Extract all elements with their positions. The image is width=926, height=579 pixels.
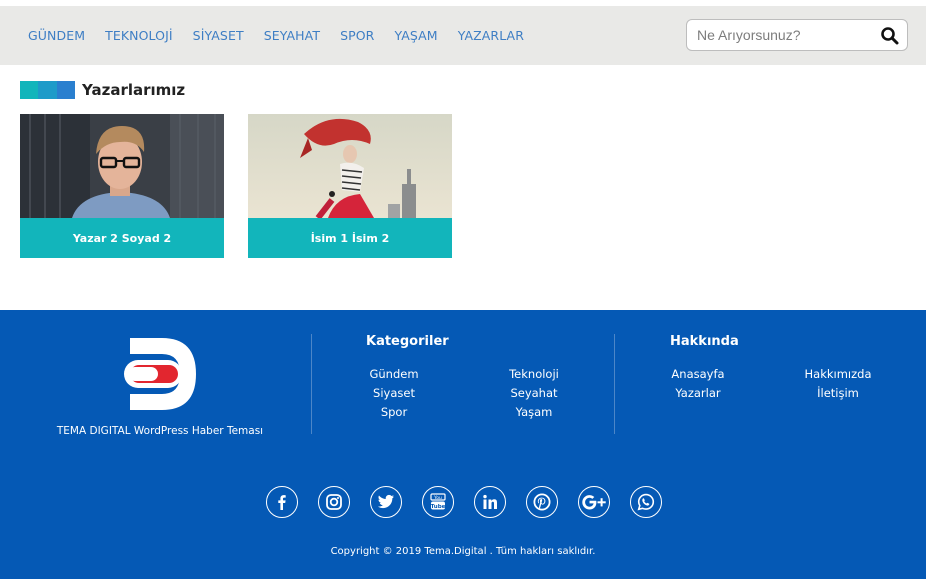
decoration-bar	[20, 81, 39, 99]
author-name[interactable]: Yazar 2 Soyad 2	[20, 218, 224, 258]
footer-link-yazarlar[interactable]: Yazarlar	[638, 386, 758, 400]
svg-text:Tube: Tube	[431, 504, 446, 510]
section-title: Yazarlarımız	[82, 81, 186, 99]
footer-link-spor[interactable]: Spor	[334, 405, 454, 419]
main-menu: GÜNDEM TEKNOLOJİ SİYASET SEYAHAT SPOR YA…	[28, 6, 544, 65]
categories-title: Kategoriler	[366, 334, 449, 349]
nav-item-yazarlar[interactable]: YAZARLAR	[458, 28, 524, 43]
youtube-icon[interactable]: You Tube	[422, 486, 454, 518]
svg-text:You: You	[433, 495, 442, 501]
site-footer: TEMA DIGITAL WordPress Haber Teması Kate…	[0, 310, 926, 579]
footer-link-teknoloji[interactable]: Teknoloji	[474, 367, 594, 381]
nav-item-yasam[interactable]: YAŞAM	[394, 28, 437, 43]
footer-divider	[311, 334, 312, 434]
copyright-text: Copyright © 2019 Tema.Digital . Tüm hakl…	[330, 546, 596, 557]
author-photo[interactable]	[20, 114, 224, 218]
instagram-icon[interactable]	[318, 486, 350, 518]
top-navigation-bar: GÜNDEM TEKNOLOJİ SİYASET SEYAHAT SPOR YA…	[0, 6, 926, 65]
twitter-icon[interactable]	[370, 486, 402, 518]
whatsapp-icon[interactable]	[630, 486, 662, 518]
nav-item-seyahat[interactable]: SEYAHAT	[264, 28, 320, 43]
author-card[interactable]: İsim 1 İsim 2	[248, 114, 452, 258]
footer-link-seyahat[interactable]: Seyahat	[474, 386, 594, 400]
footer-divider	[614, 334, 615, 434]
logo-text: TEMA DIGITAL WordPress Haber Teması	[56, 425, 264, 437]
section-header: Yazarlarımız	[20, 80, 185, 100]
footer-link-gundem[interactable]: Gündem	[334, 367, 454, 381]
search-icon[interactable]	[880, 26, 900, 46]
footer-link-yasam[interactable]: Yaşam	[474, 405, 594, 419]
decoration-bar	[38, 81, 57, 99]
footer-link-hakkimizda[interactable]: Hakkımızda	[778, 367, 898, 381]
footer-link-iletisim[interactable]: İletişim	[778, 386, 898, 400]
nav-item-spor[interactable]: SPOR	[340, 28, 374, 43]
site-logo[interactable]	[120, 334, 200, 414]
nav-item-gundem[interactable]: GÜNDEM	[28, 28, 85, 43]
section-title-decoration	[20, 81, 75, 99]
search-box	[686, 19, 908, 51]
linkedin-icon[interactable]	[474, 486, 506, 518]
search-input[interactable]	[697, 26, 877, 44]
about-title: Hakkında	[670, 334, 739, 349]
decoration-bar	[56, 81, 75, 99]
footer-link-anasayfa[interactable]: Anasayfa	[638, 367, 758, 381]
pinterest-icon[interactable]	[526, 486, 558, 518]
author-name[interactable]: İsim 1 İsim 2	[248, 218, 452, 258]
facebook-icon[interactable]	[266, 486, 298, 518]
author-photo[interactable]	[248, 114, 452, 218]
google-plus-icon[interactable]	[578, 486, 610, 518]
footer-link-siyaset[interactable]: Siyaset	[334, 386, 454, 400]
author-card[interactable]: Yazar 2 Soyad 2	[20, 114, 224, 258]
nav-item-teknoloji[interactable]: TEKNOLOJİ	[105, 28, 173, 43]
nav-item-siyaset[interactable]: SİYASET	[193, 28, 244, 43]
social-links: You Tube	[266, 486, 682, 518]
